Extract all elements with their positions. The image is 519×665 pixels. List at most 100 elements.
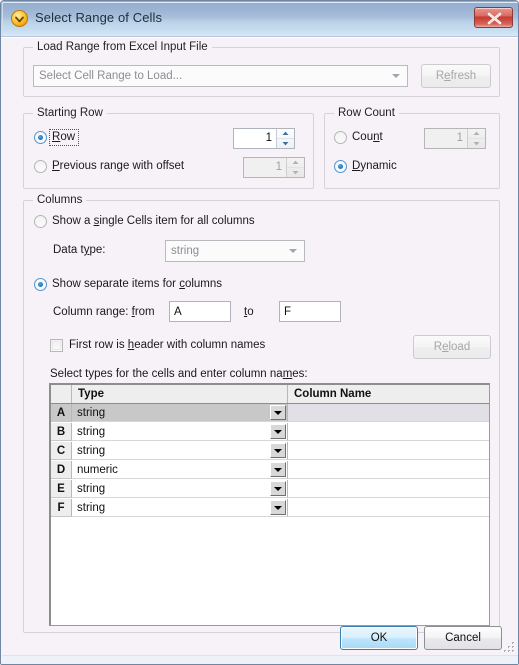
grid-row-label: C [51, 442, 72, 460]
refresh-button[interactable]: Refresh [421, 64, 491, 88]
cell-range-combo-value: Select Cell Range to Load... [39, 70, 183, 82]
radio-previous-range-offset[interactable] [34, 160, 47, 173]
grid-header-rowlabel [51, 385, 72, 403]
spinner-up-icon[interactable] [277, 129, 294, 139]
dialog-bottom-strip [2, 655, 518, 664]
window-title: Select Range of Cells [35, 10, 163, 25]
row-count-spinner-value: 1 [456, 132, 463, 144]
grid-cell-type[interactable]: string [72, 499, 288, 517]
radio-row-count-label[interactable]: Count [352, 131, 383, 143]
resize-grip[interactable] [503, 641, 516, 654]
ok-button-label: OK [370, 632, 388, 644]
starting-row-spinner-value: 1 [265, 132, 272, 144]
data-type-combo[interactable]: string [165, 240, 305, 262]
radio-starting-row[interactable] [34, 131, 47, 144]
radio-previous-range-offset-label[interactable]: Previous range with offset [52, 160, 184, 172]
spinner-up-icon[interactable] [468, 129, 485, 139]
grid-cell-type[interactable]: string [72, 480, 288, 498]
ok-button[interactable]: OK [340, 626, 418, 650]
dialog-client-area: Load Range from Excel Input File Select … [2, 37, 518, 664]
starting-row-spinner-buttons[interactable] [276, 129, 294, 148]
row-count-spinner[interactable]: 1 [424, 128, 486, 149]
cell-range-combo[interactable]: Select Cell Range to Load... [33, 65, 408, 87]
grid-cell-type[interactable]: string [72, 423, 288, 441]
radio-separate-items-columns[interactable] [34, 278, 47, 291]
radio-row-count-dynamic-label[interactable]: Dynamic [352, 160, 397, 172]
spinner-up-icon[interactable] [287, 158, 304, 168]
table-row[interactable]: C string [51, 442, 489, 461]
column-range-label: Column range: from [53, 306, 155, 318]
grid-cell-column-name[interactable] [288, 461, 489, 479]
row-count-spinner-buttons[interactable] [467, 129, 485, 148]
column-to-label: to [244, 306, 254, 318]
close-button[interactable] [474, 7, 513, 28]
previous-range-offset-spinner-buttons[interactable] [286, 158, 304, 177]
chevron-down-icon[interactable] [270, 405, 286, 420]
chevron-down-icon [392, 74, 400, 78]
chevron-down-icon[interactable] [270, 424, 286, 439]
cancel-button-label: Cancel [445, 632, 481, 644]
reload-button[interactable]: Reload [413, 335, 491, 359]
grid-cell-type[interactable]: string [72, 404, 288, 422]
radio-row-count-dynamic[interactable] [334, 160, 347, 173]
grid-header-row: Type Column Name [51, 385, 489, 404]
table-row[interactable]: A string [51, 404, 489, 423]
grid-cell-type-value: string [77, 407, 106, 419]
columns-group-title: Columns [33, 194, 87, 206]
column-to-input[interactable] [279, 301, 341, 322]
chevron-down-icon [289, 249, 297, 253]
radio-row-count[interactable] [334, 131, 347, 144]
grid-cell-type-value: numeric [77, 464, 118, 476]
grid-cell-column-name[interactable] [288, 442, 489, 460]
previous-range-offset-spinner[interactable]: 1 [243, 157, 305, 178]
table-row[interactable]: F string [51, 499, 489, 518]
starting-row-group-title: Starting Row [33, 107, 107, 119]
table-row[interactable]: E string [51, 480, 489, 499]
column-types-grid[interactable]: Type Column Name A string B string C str… [49, 383, 490, 626]
grid-caption: Select types for the cells and enter col… [50, 368, 308, 380]
cancel-button[interactable]: Cancel [424, 626, 502, 650]
radio-starting-row-label[interactable]: Row [52, 131, 75, 143]
starting-row-spinner[interactable]: 1 [233, 128, 295, 149]
first-row-header-checkbox-label[interactable]: First row is header with column names [69, 339, 265, 351]
grid-cell-type-value: string [77, 502, 106, 514]
radio-single-cells-item[interactable] [34, 215, 47, 228]
grid-row-label: B [51, 423, 72, 441]
load-range-group-title: Load Range from Excel Input File [33, 41, 212, 53]
grid-row-label: F [51, 499, 72, 517]
grid-header-column-name: Column Name [294, 388, 372, 400]
spinner-down-icon[interactable] [468, 139, 485, 148]
grid-cell-type[interactable]: numeric [72, 461, 288, 479]
grid-row-label: A [51, 404, 72, 422]
chevron-down-icon[interactable] [270, 500, 286, 515]
chevron-down-icon[interactable] [270, 462, 286, 477]
reload-button-label: Reload [433, 341, 471, 353]
row-count-group: Row Count [324, 107, 500, 189]
first-row-header-checkbox[interactable] [50, 339, 63, 352]
column-from-input[interactable] [169, 301, 231, 322]
grid-cell-column-name[interactable] [288, 480, 489, 498]
data-type-combo-value: string [171, 245, 200, 257]
close-icon [487, 12, 502, 25]
previous-range-offset-spinner-value: 1 [275, 161, 282, 173]
grid-cell-type-value: string [77, 445, 106, 457]
chevron-down-glyph [15, 16, 24, 23]
table-row[interactable]: D numeric [51, 461, 489, 480]
table-row[interactable]: B string [51, 423, 489, 442]
grid-cell-type-value: string [77, 483, 106, 495]
grid-cell-column-name[interactable] [288, 423, 489, 441]
radio-single-cells-item-label[interactable]: Show a single Cells item for all columns [52, 215, 255, 227]
grid-row-label: E [51, 480, 72, 498]
chevron-down-icon[interactable] [270, 443, 286, 458]
grid-cell-type[interactable]: string [72, 442, 288, 460]
refresh-button-label: Refresh [435, 70, 477, 82]
chevron-down-icon[interactable] [270, 481, 286, 496]
row-count-group-title: Row Count [334, 107, 399, 119]
grid-cell-column-name[interactable] [288, 404, 489, 422]
grid-cell-type-value: string [77, 426, 106, 438]
grid-cell-column-name[interactable] [288, 499, 489, 517]
spinner-down-icon[interactable] [277, 139, 294, 148]
radio-separate-items-columns-label[interactable]: Show separate items for columns [52, 278, 222, 290]
spinner-down-icon[interactable] [287, 168, 304, 177]
title-bar: Select Range of Cells [1, 1, 518, 37]
